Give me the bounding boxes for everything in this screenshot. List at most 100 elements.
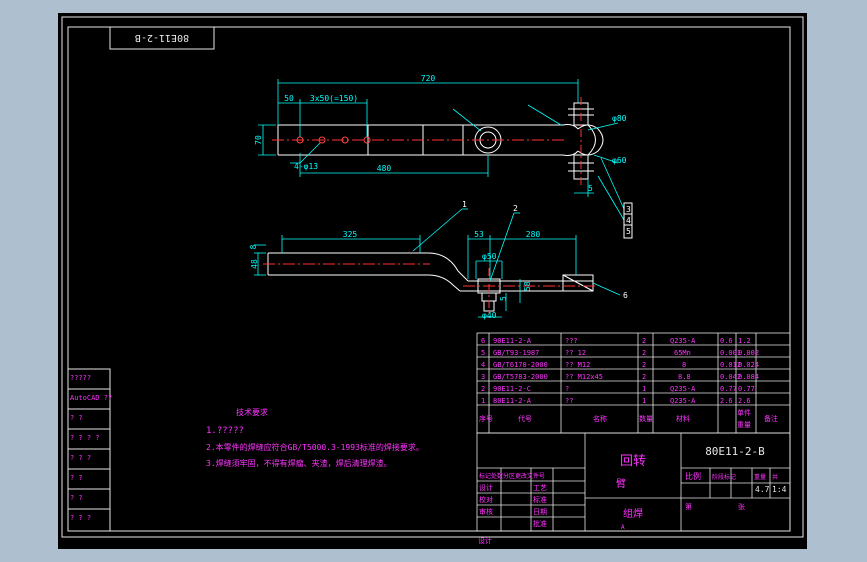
left-strip-label: AutoCAD ?? (70, 394, 112, 402)
dia-60: φ60 (612, 156, 627, 165)
page-label: 张 (738, 502, 745, 511)
bom-cell: 80E11-2-A (493, 397, 532, 405)
bom-cell: 3 (481, 373, 485, 381)
bom-cell: 4 (481, 361, 485, 369)
date-label: 日期 (533, 508, 547, 516)
top-view-bar (277, 102, 604, 180)
bom-cell: ??? (565, 337, 578, 345)
designer-label: 设计 (479, 483, 493, 492)
bom-cell: Q235-A (670, 337, 696, 345)
bom-cell: ?? 12 (565, 349, 586, 357)
bom-cell: 1.2 (738, 337, 751, 345)
bom-header: 序号 代号 名称 数量 材料 单件 重量 备注 (479, 408, 778, 429)
dim-720: 720 (421, 74, 436, 83)
dim-325: 325 (343, 230, 358, 239)
bom-header-material: 材料 (676, 414, 690, 423)
title-block-text: 回转 臂 80E11-2-B 组焊 A 比例 阶段标记 重量 共 4.7 1:4… (478, 445, 787, 545)
design-label: 设计 (478, 536, 492, 545)
count-label: 共 (772, 473, 778, 481)
left-strip-text: ????? AutoCAD ?? ? ? ? ? ? ? ? ? ? ? ? ?… (70, 374, 112, 522)
dim-480: 480 (377, 164, 392, 173)
cad-viewport[interactable]: 80E11-2-B ????? AutoCAD ?? ? ? ? ? ? ? ?… (58, 13, 807, 549)
inner-frame (67, 26, 791, 532)
balloon-3: 3 (626, 205, 631, 214)
top-balloon-text: 3 4 5 (626, 205, 631, 236)
bom-cell: GB/T93-1987 (493, 349, 539, 357)
notes-line-3: 3.焊缝须牢固，不得有焊瘤、夹渣，焊后清理焊渣。 (206, 458, 392, 468)
bom-cell: 2.6 (720, 397, 733, 405)
bom-header-no: 序号 (479, 414, 493, 423)
front-balloon-text: 1 2 6 (462, 200, 628, 300)
bom-cell: 5 (481, 349, 485, 357)
notes-line-2: 2.本零件的焊缝应符合GB/T5000.3-1993标准的焊接要求。 (206, 442, 424, 452)
engineering-drawing: 80E11-2-B ????? AutoCAD ?? ? ? ? ? ? ? ?… (61, 16, 804, 545)
bom-cell: 6 (481, 337, 485, 345)
outer-frame (61, 16, 804, 538)
dim-280: 280 (526, 230, 541, 239)
scale-value: 1:4 (772, 485, 787, 494)
drawing-number-rotated: 80E11-2-B (135, 32, 189, 43)
left-strip-label: ? ? ? (70, 514, 91, 522)
dim-48: 48 (250, 259, 259, 269)
stage-label: 阶段标记 (712, 473, 736, 481)
left-strip-label: ? ? ? ? (70, 434, 100, 442)
standard-label: 标准 (533, 495, 547, 504)
bom-cell: GB/T6170-2000 (493, 361, 548, 369)
top-dim-text: 720 50 3x50(=150) 70 4-φ13 480 φ80 φ60 5 (254, 74, 627, 193)
dim-8: 8 (249, 244, 258, 249)
front-view-bar (267, 252, 594, 312)
bom-cell: 0.002 (738, 349, 759, 357)
balloon-5: 5 (626, 227, 631, 236)
checker-label: 校对 (479, 495, 493, 504)
bom-cell: 2 (642, 373, 646, 381)
bom-header-name: 名称 (593, 414, 607, 423)
left-strip-label: ? ? (70, 414, 83, 422)
bom-cell: 0.024 (738, 361, 759, 369)
weight-value: 4.7 (755, 485, 770, 494)
left-strip-label: ? ? (70, 474, 83, 482)
sheet-label: 第 (685, 502, 692, 511)
dim-5-top: 5 (588, 184, 593, 193)
dia-50: φ50 (482, 252, 497, 261)
front-view: 325 53 280 48 8 φ50 φ40 5 58 1 2 6 (249, 200, 628, 320)
sign-row: 标记处数分区更改文件号 (479, 472, 545, 480)
bom-cell: 8 (682, 361, 686, 369)
sub-label: A (621, 524, 625, 531)
balloon-1: 1 (462, 200, 467, 209)
dia-40: φ40 (482, 311, 497, 320)
bom-rows: 6 90E11-2-A ??? 2 Q235-A 0.6 1.2 5 GB/T9… (481, 337, 759, 405)
bom-cell: 2 (642, 361, 646, 369)
bom-cell: 2 (481, 385, 485, 393)
dim-50: 50 (284, 94, 294, 103)
bom-cell: 1 (642, 385, 646, 393)
technical-notes: 技术要求 1.????? 2.本零件的焊缝应符合GB/T5000.3-1993标… (206, 407, 424, 468)
dim-58: 58 (523, 281, 532, 291)
part-name-1: 回转 (620, 454, 646, 469)
bom-cell: 0.084 (738, 373, 759, 381)
bom-header-weight1: 单件 (737, 408, 751, 417)
dim-5-front: 5 (499, 296, 508, 301)
left-strip-label: ????? (70, 374, 91, 382)
part-name-2: 臂 (616, 477, 626, 490)
bom-cell: 8.8 (678, 373, 691, 381)
front-dimensions (254, 208, 621, 318)
bom-cell: Q235-A (670, 397, 696, 405)
bom-cell: ?? M12x45 (565, 373, 603, 381)
bom-cell: 1 (642, 397, 646, 405)
company: 组焊 (623, 507, 643, 520)
bom-cell: 90E11-2-A (493, 337, 532, 345)
bom-cell: ? (565, 385, 569, 393)
holes-label: 4-φ13 (294, 162, 318, 171)
bom-cell: 0.77 (720, 385, 737, 393)
bom-cell: 1 (481, 397, 485, 405)
bom-cell: 90E11-2-C (493, 385, 531, 393)
reviewer-label: 审核 (479, 507, 493, 516)
approve-label: 批准 (533, 519, 547, 528)
dim-70: 70 (254, 135, 263, 145)
bom-cell: 65Mn (674, 349, 691, 357)
balloon-2: 2 (513, 204, 518, 213)
bom-cell: 2 (642, 349, 646, 357)
bom-cell: Q235-A (670, 385, 696, 393)
drawing-code: 80E11-2-B (705, 445, 765, 458)
dim-53: 53 (474, 230, 484, 239)
